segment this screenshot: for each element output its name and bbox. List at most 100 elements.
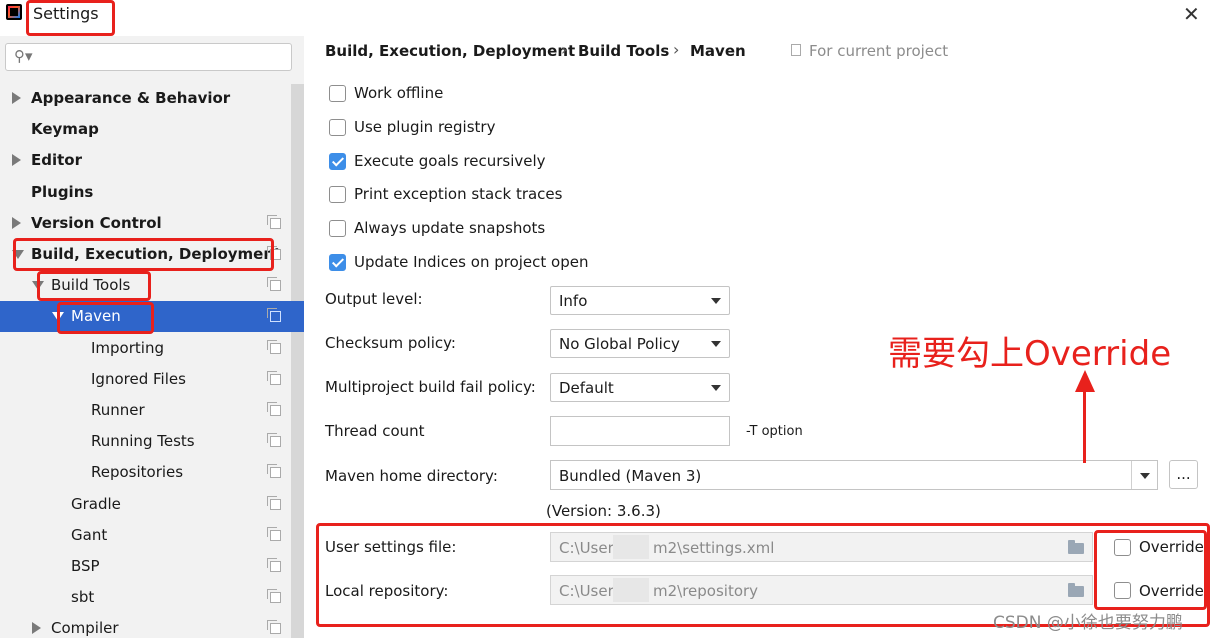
thread-count-label: Thread count	[325, 422, 425, 440]
sidebar-item-label: sbt	[71, 588, 95, 606]
intellij-app-icon	[6, 4, 22, 20]
browse-maven-home-button[interactable]: ...	[1169, 460, 1198, 489]
sidebar-item[interactable]: BSP	[0, 551, 291, 582]
project-scope-icon	[267, 589, 281, 603]
option-checkbox[interactable]	[329, 254, 346, 271]
user-settings-value-prefix: C:\User	[559, 539, 614, 557]
csdn-watermark: CSDN @小徐也要努力鹏	[993, 613, 1183, 633]
project-scope-icon	[267, 277, 281, 291]
chevron-down-icon[interactable]	[32, 281, 44, 290]
settings-search-input[interactable]: ⚲▾	[5, 43, 292, 71]
project-scope-label: For current project	[809, 42, 949, 60]
option-checkbox[interactable]	[329, 220, 346, 237]
project-scope-icon	[791, 44, 801, 56]
maven-home-label: Maven home directory:	[325, 467, 498, 485]
redaction-blur	[613, 535, 649, 559]
sidebar-item[interactable]: Build Tools	[0, 270, 291, 301]
sidebar-item-label: Editor	[31, 151, 82, 169]
close-icon[interactable]: ✕	[1183, 2, 1200, 26]
sidebar-item-label: BSP	[71, 557, 100, 575]
annotation-text: 需要勾上Override	[888, 334, 1172, 374]
sidebar-item[interactable]: Ignored Files	[0, 364, 291, 395]
option-checkbox[interactable]	[329, 119, 346, 136]
project-scope-icon	[267, 308, 281, 322]
chevron-down-icon	[1140, 473, 1150, 479]
breadcrumb-separator: ›	[673, 40, 680, 59]
breadcrumb-separator: ›	[561, 40, 568, 59]
sidebar-item[interactable]: Build, Execution, Deployment	[0, 239, 291, 270]
option-label: Execute goals recursively	[354, 152, 546, 170]
sidebar-item[interactable]: Plugins	[0, 177, 291, 208]
option-label: Always update snapshots	[354, 219, 546, 237]
sidebar-item-label: Keymap	[31, 120, 99, 138]
local-repo-input[interactable]: C:\User m2\repository	[550, 575, 1093, 605]
sidebar-item-label: Importing	[91, 339, 164, 357]
local-repo-override-checkbox[interactable]	[1114, 582, 1131, 599]
multiproject-fail-label: Multiproject build fail policy:	[325, 378, 536, 396]
sidebar-item[interactable]: Maven	[0, 301, 304, 332]
project-scope-icon	[267, 433, 281, 447]
sidebar-item-label: Build, Execution, Deployment	[31, 245, 282, 263]
sidebar-item-label: Repositories	[91, 463, 184, 481]
sidebar-item-label: Version Control	[31, 214, 162, 232]
local-repo-value-suffix: m2\repository	[653, 582, 759, 600]
breadcrumb-part-1: Build, Execution, Deployment	[325, 42, 576, 60]
breadcrumb-part-3: Maven	[690, 42, 746, 60]
chevron-right-icon[interactable]	[12, 92, 21, 104]
folder-icon[interactable]	[1068, 540, 1084, 554]
sidebar-item-label: Appearance & Behavior	[31, 89, 231, 107]
user-settings-input[interactable]: C:\User m2\settings.xml	[550, 532, 1093, 562]
maven-home-value: Bundled (Maven 3)	[559, 467, 702, 485]
sidebar-item[interactable]: Version Control	[0, 208, 291, 239]
breadcrumb-part-2: Build Tools	[578, 42, 670, 60]
sidebar-item-label: Gradle	[71, 495, 121, 513]
option-label: Use plugin registry	[354, 118, 496, 136]
sidebar-item-label: Gant	[71, 526, 108, 544]
annotation-arrow-line	[1083, 385, 1086, 463]
user-settings-label: User settings file:	[325, 538, 457, 556]
window-title: Settings	[33, 4, 99, 23]
chevron-down-icon	[711, 341, 721, 347]
sidebar-item-label: Build Tools	[51, 276, 131, 294]
option-label: Print exception stack traces	[354, 185, 563, 203]
chevron-right-icon[interactable]	[12, 154, 21, 166]
redaction-blur	[613, 578, 649, 602]
sidebar-item[interactable]: sbt	[0, 582, 291, 613]
sidebar-item[interactable]: Gant	[0, 520, 291, 551]
option-checkbox[interactable]	[329, 85, 346, 102]
chevron-down-icon[interactable]	[52, 312, 64, 321]
chevron-right-icon[interactable]	[12, 217, 21, 229]
chevron-down-icon[interactable]	[12, 250, 24, 259]
sidebar-item[interactable]: Gradle	[0, 489, 291, 520]
sidebar-item[interactable]: Runner	[0, 395, 291, 426]
sidebar-item[interactable]: Appearance & Behavior	[0, 83, 291, 114]
sidebar-scrollbar[interactable]	[291, 84, 304, 638]
sidebar-item-label: Compiler	[51, 619, 119, 637]
user-settings-override-label: Override	[1139, 538, 1204, 556]
output-level-select[interactable]: Info	[550, 286, 730, 315]
sidebar-item[interactable]: Running Tests	[0, 426, 291, 457]
combo-divider	[1131, 461, 1132, 489]
sidebar-item[interactable]: Compiler	[0, 613, 291, 644]
maven-home-select[interactable]: Bundled (Maven 3)	[550, 460, 1158, 490]
multiproject-fail-value: Default	[559, 379, 614, 397]
option-checkbox[interactable]	[329, 153, 346, 170]
chevron-right-icon[interactable]	[32, 622, 41, 634]
sidebar-item[interactable]: Importing	[0, 333, 291, 364]
project-scope-icon	[267, 620, 281, 634]
folder-icon[interactable]	[1068, 583, 1084, 597]
chevron-down-icon	[711, 298, 721, 304]
project-scope-icon	[267, 496, 281, 510]
user-settings-override-checkbox[interactable]	[1114, 539, 1131, 556]
sidebar-item[interactable]: Editor	[0, 145, 291, 176]
sidebar-item[interactable]: Repositories	[0, 457, 291, 488]
multiproject-fail-select[interactable]: Default	[550, 373, 730, 402]
local-repo-label: Local repository:	[325, 582, 449, 600]
sidebar-item[interactable]: Keymap	[0, 114, 291, 145]
checksum-policy-select[interactable]: No Global Policy	[550, 329, 730, 358]
project-scope-icon	[267, 558, 281, 572]
thread-count-input[interactable]	[550, 416, 730, 446]
option-checkbox[interactable]	[329, 186, 346, 203]
sidebar-item-label: Maven	[71, 307, 121, 325]
option-label: Update Indices on project open	[354, 253, 589, 271]
